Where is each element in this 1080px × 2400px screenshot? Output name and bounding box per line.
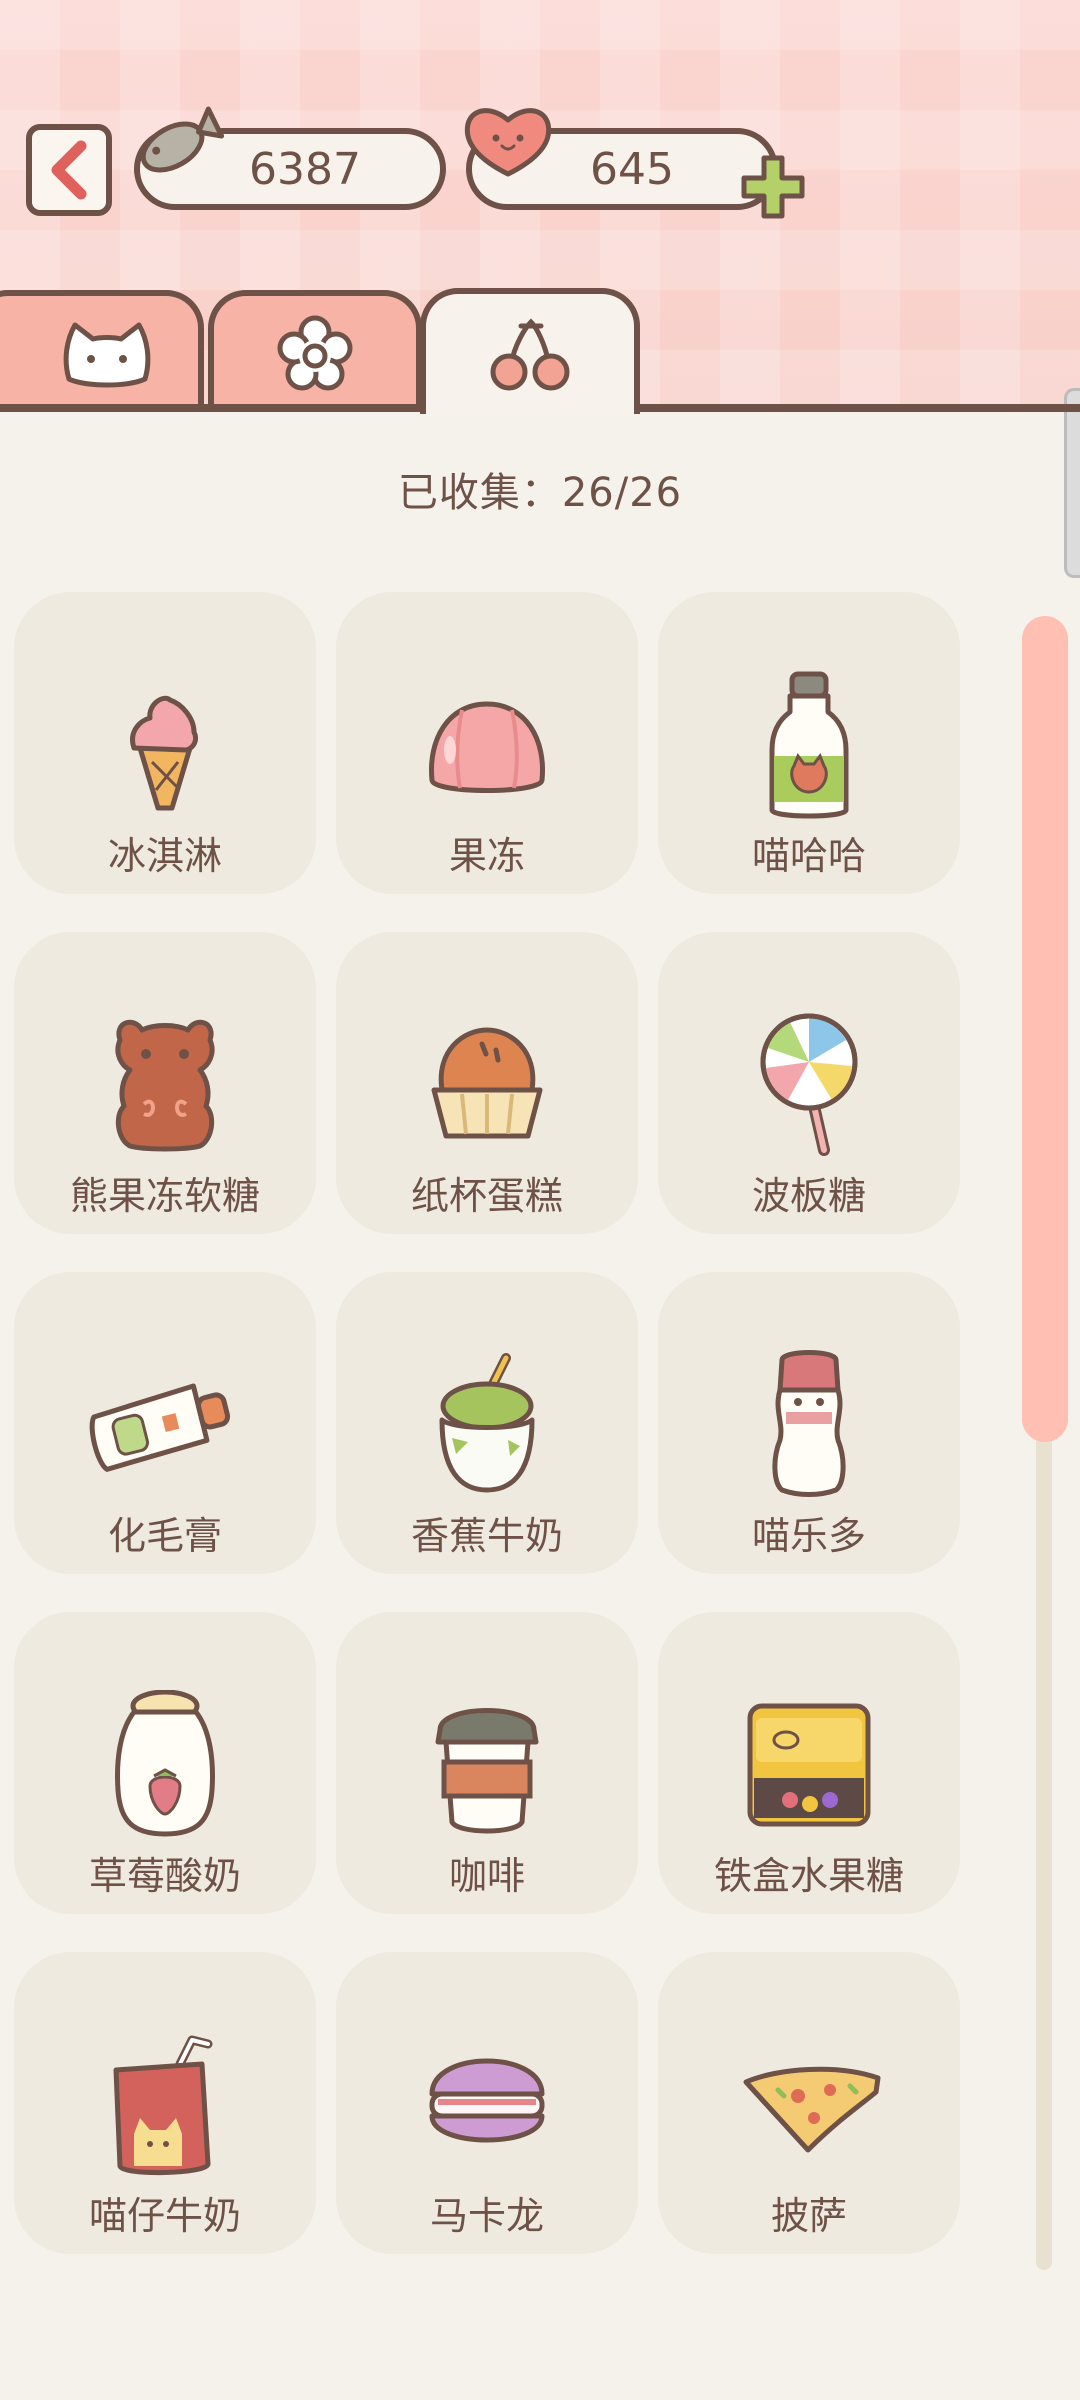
active-tab-joint bbox=[426, 402, 634, 416]
edge-panel-handle[interactable] bbox=[1064, 388, 1080, 578]
item-label: 波板糖 bbox=[751, 1174, 866, 1218]
item-card-pizza[interactable]: 披萨 bbox=[658, 1952, 960, 2254]
item-label: 果冻 bbox=[448, 834, 525, 878]
cupcake-icon bbox=[431, 1027, 543, 1139]
item-card-gummy-bear[interactable]: 熊果冻软糖 bbox=[14, 932, 316, 1234]
bottle-drink-icon bbox=[769, 671, 849, 819]
candy-tin-icon bbox=[747, 1703, 871, 1827]
tab-cats[interactable] bbox=[0, 290, 204, 412]
ice-cream-icon bbox=[130, 695, 199, 811]
item-label: 马卡龙 bbox=[429, 2194, 544, 2238]
tab-flowers[interactable] bbox=[208, 290, 422, 412]
strawberry-yogurt-icon bbox=[115, 1690, 215, 1837]
item-label: 香蕉牛奶 bbox=[410, 1514, 563, 1558]
item-card-candy-tin[interactable]: 铁盒水果糖 bbox=[658, 1612, 960, 1914]
item-card-strawberry-yogurt[interactable]: 草莓酸奶 bbox=[14, 1612, 316, 1914]
header-bar: 6387 645 bbox=[0, 0, 1080, 414]
paste-tube-icon bbox=[89, 1383, 231, 1472]
collected-count: 已收集：26/26 bbox=[397, 470, 683, 516]
item-card-milk-carton[interactable]: 喵仔牛奶 bbox=[14, 1952, 316, 2254]
gummy-bear-icon bbox=[115, 1019, 215, 1152]
item-label: 熊果冻软糖 bbox=[69, 1174, 260, 1218]
item-card-paste-tube[interactable]: 化毛膏 bbox=[14, 1272, 316, 1574]
heart-count: 645 bbox=[590, 143, 674, 195]
jelly-icon bbox=[429, 701, 545, 793]
pizza-icon bbox=[743, 2066, 881, 2153]
add-hearts-button[interactable] bbox=[738, 152, 808, 222]
milk-carton-icon bbox=[113, 2035, 213, 2176]
item-label: 喵仔牛奶 bbox=[88, 2194, 241, 2238]
scrollbar-thumb[interactable] bbox=[1022, 616, 1068, 1442]
back-arrow-icon bbox=[51, 140, 87, 200]
item-card-coffee[interactable]: 咖啡 bbox=[336, 1612, 638, 1914]
item-label: 铁盒水果糖 bbox=[713, 1854, 904, 1898]
cherry-icon bbox=[490, 318, 570, 391]
yogurt-drink-icon bbox=[772, 1350, 846, 1497]
item-card-lollipop[interactable]: 波板糖 bbox=[658, 932, 960, 1234]
item-label: 喵乐多 bbox=[751, 1514, 866, 1558]
coffee-cup-icon bbox=[435, 1708, 539, 1834]
cat-face-icon bbox=[63, 322, 151, 388]
tab-food[interactable] bbox=[420, 288, 640, 414]
item-card-jelly[interactable]: 果冻 bbox=[336, 592, 638, 894]
fish-icon bbox=[140, 106, 225, 173]
item-card-macaron[interactable]: 马卡龙 bbox=[336, 1952, 638, 2254]
item-card-cupcake[interactable]: 纸杯蛋糕 bbox=[336, 932, 638, 1234]
back-button[interactable] bbox=[26, 124, 112, 216]
item-grid: 冰淇淋 果冻 喵哈哈 熊果冻软糖 纸杯蛋糕 波板糖 化毛膏 香蕉牛奶 喵乐多 草… bbox=[14, 592, 974, 2254]
item-label: 化毛膏 bbox=[107, 1514, 222, 1558]
item-card-banana-milk[interactable]: 香蕉牛奶 bbox=[336, 1272, 638, 1574]
collection-panel[interactable]: 已收集：26/26 冰淇淋 果冻 喵哈哈 熊果冻软糖 纸杯蛋糕 波板糖 化毛膏 … bbox=[0, 412, 1080, 2400]
item-card-bottle-drink[interactable]: 喵哈哈 bbox=[658, 592, 960, 894]
fish-count: 6387 bbox=[249, 143, 361, 195]
item-label: 咖啡 bbox=[448, 1854, 525, 1898]
item-card-yogurt-drink[interactable]: 喵乐多 bbox=[658, 1272, 960, 1574]
heart-icon bbox=[464, 108, 552, 177]
item-card-ice-cream[interactable]: 冰淇淋 bbox=[14, 592, 316, 894]
item-label: 冰淇淋 bbox=[107, 834, 222, 878]
banana-milk-icon bbox=[439, 1353, 535, 1493]
item-label: 草莓酸奶 bbox=[88, 1854, 241, 1898]
macaron-icon bbox=[429, 2058, 545, 2143]
item-label: 纸杯蛋糕 bbox=[410, 1174, 563, 1218]
item-label: 喵哈哈 bbox=[751, 834, 866, 878]
flower-icon bbox=[277, 315, 353, 391]
item-label: 披萨 bbox=[770, 2194, 847, 2238]
lollipop-icon bbox=[760, 1013, 858, 1156]
